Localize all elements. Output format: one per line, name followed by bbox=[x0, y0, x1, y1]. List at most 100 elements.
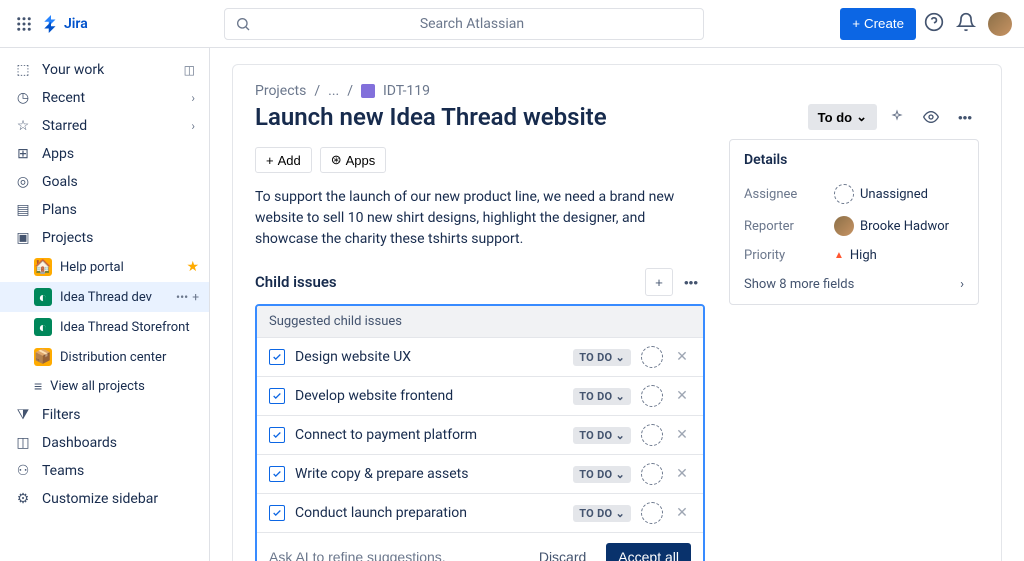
plus-icon: + bbox=[852, 16, 860, 31]
sidebar-teams[interactable]: ⚇ Teams bbox=[0, 457, 209, 485]
child-issue-title: Write copy & prepare assets bbox=[295, 466, 563, 482]
status-badge[interactable]: TO DO ⌄ bbox=[573, 349, 631, 366]
checkbox-icon bbox=[269, 505, 285, 521]
dismiss-icon[interactable]: ✕ bbox=[673, 426, 691, 444]
status-dropdown[interactable]: To do ⌄ bbox=[808, 104, 877, 130]
sidebar-customize[interactable]: ⚙ Customize sidebar bbox=[0, 485, 209, 513]
sidebar-label: Filters bbox=[42, 407, 195, 423]
dismiss-icon[interactable]: ✕ bbox=[673, 387, 691, 405]
dismiss-icon[interactable]: ✕ bbox=[673, 465, 691, 483]
project-distribution-center[interactable]: 📦 Distribution center bbox=[0, 342, 209, 372]
project-name: Idea Thread dev bbox=[60, 290, 168, 305]
add-child-button[interactable]: + bbox=[645, 268, 673, 296]
child-issues-panel: Suggested child issues Design website UX… bbox=[255, 304, 705, 561]
child-issue-row[interactable]: Connect to payment platform TO DO ⌄ ✕ bbox=[257, 415, 703, 454]
reporter-field[interactable]: Reporter Brooke Hadwor bbox=[744, 210, 964, 242]
sidebar-recent[interactable]: ◷ Recent › bbox=[0, 84, 209, 112]
field-label: Assignee bbox=[744, 187, 834, 202]
search-icon bbox=[235, 16, 251, 32]
project-idea-thread-dev[interactable]: ◐ Idea Thread dev ••• + bbox=[0, 282, 209, 312]
watch-button[interactable] bbox=[917, 103, 945, 131]
accept-all-button[interactable]: Accept all bbox=[606, 543, 691, 561]
issue-title[interactable]: Launch new Idea Thread website bbox=[255, 103, 607, 131]
issue-description[interactable]: To support the launch of our new product… bbox=[255, 187, 705, 250]
breadcrumb-parent[interactable]: ... bbox=[328, 83, 339, 99]
sidebar-filters[interactable]: ⧩ Filters bbox=[0, 401, 209, 429]
child-issue-row[interactable]: Design website UX TO DO ⌄ ✕ bbox=[257, 337, 703, 376]
plans-icon: ▤ bbox=[14, 202, 32, 218]
status-badge[interactable]: TO DO ⌄ bbox=[573, 427, 631, 444]
apps-button[interactable]: ⊛ Apps bbox=[320, 147, 387, 173]
status-badge[interactable]: TO DO ⌄ bbox=[573, 505, 631, 522]
child-issue-title: Develop website frontend bbox=[295, 388, 563, 404]
project-idea-thread-storefront[interactable]: ◐ Idea Thread Storefront bbox=[0, 312, 209, 342]
dismiss-icon[interactable]: ✕ bbox=[673, 348, 691, 366]
child-issue-row[interactable]: Write copy & prepare assets TO DO ⌄ ✕ bbox=[257, 454, 703, 493]
topbar-left: Jira bbox=[12, 12, 88, 36]
project-icon: ◐ bbox=[34, 318, 52, 336]
add-button[interactable]: + Add bbox=[255, 147, 312, 173]
sidebar-goals[interactable]: ◎ Goals bbox=[0, 168, 209, 196]
sidebar-label: Projects bbox=[42, 230, 195, 246]
user-avatar[interactable] bbox=[988, 12, 1012, 36]
jira-logo[interactable]: Jira bbox=[42, 15, 88, 33]
help-icon[interactable] bbox=[924, 12, 944, 36]
plus-icon: + bbox=[266, 153, 274, 168]
apps-icon: ⊛ bbox=[331, 152, 342, 168]
search-wrap: Search Atlassian bbox=[96, 8, 832, 40]
status-badge[interactable]: TO DO ⌄ bbox=[573, 466, 631, 483]
child-issue-title: Design website UX bbox=[295, 349, 563, 365]
search-input[interactable]: Search Atlassian bbox=[224, 8, 704, 40]
priority-field[interactable]: Priority ▲ High bbox=[744, 242, 964, 269]
plus-icon[interactable]: + bbox=[192, 290, 199, 304]
apps-icon: ⊞ bbox=[14, 146, 32, 162]
assignee-placeholder[interactable] bbox=[641, 502, 663, 524]
child-issue-row[interactable]: Develop website frontend TO DO ⌄ ✕ bbox=[257, 376, 703, 415]
notifications-icon[interactable] bbox=[956, 12, 976, 36]
sidebar-starred[interactable]: ☆ Starred › bbox=[0, 112, 209, 140]
sidebar-label: View all projects bbox=[50, 379, 199, 394]
refine-input[interactable] bbox=[269, 549, 519, 561]
more-icon[interactable]: ••• bbox=[176, 290, 188, 304]
ai-sparkle-button[interactable] bbox=[883, 103, 911, 131]
create-button[interactable]: + Create bbox=[840, 8, 916, 40]
unassigned-icon bbox=[834, 184, 854, 204]
priority-high-icon: ▲ bbox=[834, 250, 844, 261]
field-value: High bbox=[850, 248, 877, 263]
sidebar-plans[interactable]: ▤ Plans bbox=[0, 196, 209, 224]
sidebar-label: Dashboards bbox=[42, 435, 195, 451]
dismiss-icon[interactable]: ✕ bbox=[673, 504, 691, 522]
assignee-placeholder[interactable] bbox=[641, 346, 663, 368]
assignee-placeholder[interactable] bbox=[641, 424, 663, 446]
details-heading: Details bbox=[744, 152, 964, 168]
sidebar-label: Goals bbox=[42, 174, 195, 190]
assignee-placeholder[interactable] bbox=[641, 385, 663, 407]
field-label: Priority bbox=[744, 248, 834, 263]
checkbox-icon bbox=[269, 388, 285, 404]
sidebar-dashboards[interactable]: ◫ Dashboards bbox=[0, 429, 209, 457]
create-label: Create bbox=[864, 16, 904, 31]
assignee-field[interactable]: Assignee Unassigned bbox=[744, 178, 964, 210]
projects-icon: ▣ bbox=[14, 230, 32, 246]
child-more-button[interactable]: ••• bbox=[677, 268, 705, 296]
show-more-fields[interactable]: Show 8 more fields › bbox=[744, 277, 964, 292]
status-badge[interactable]: TO DO ⌄ bbox=[573, 388, 631, 405]
breadcrumb-projects[interactable]: Projects bbox=[255, 83, 306, 99]
field-value: Unassigned bbox=[860, 187, 928, 202]
sidebar-label: Plans bbox=[42, 202, 195, 218]
sidebar-label: Customize sidebar bbox=[42, 491, 195, 507]
dashboard-icon: ◫ bbox=[14, 435, 32, 451]
app-switcher-icon[interactable] bbox=[12, 12, 36, 36]
sidebar-projects[interactable]: ▣ Projects bbox=[0, 224, 209, 252]
discard-button[interactable]: Discard bbox=[529, 543, 596, 561]
sidebar-apps[interactable]: ⊞ Apps bbox=[0, 140, 209, 168]
sidebar-your-work[interactable]: ⬚ Your work ◫ bbox=[0, 56, 209, 84]
child-issue-row[interactable]: Conduct launch preparation TO DO ⌄ ✕ bbox=[257, 493, 703, 532]
assignee-placeholder[interactable] bbox=[641, 463, 663, 485]
view-all-projects[interactable]: ≡ View all projects bbox=[0, 372, 209, 401]
more-actions-button[interactable]: ••• bbox=[951, 103, 979, 131]
sidebar-label: Apps bbox=[42, 146, 195, 162]
star-filled-icon[interactable]: ★ bbox=[186, 259, 199, 275]
breadcrumb-issue-key[interactable]: IDT-119 bbox=[383, 83, 430, 99]
project-help-portal[interactable]: 🏠 Help portal ★ bbox=[0, 252, 209, 282]
